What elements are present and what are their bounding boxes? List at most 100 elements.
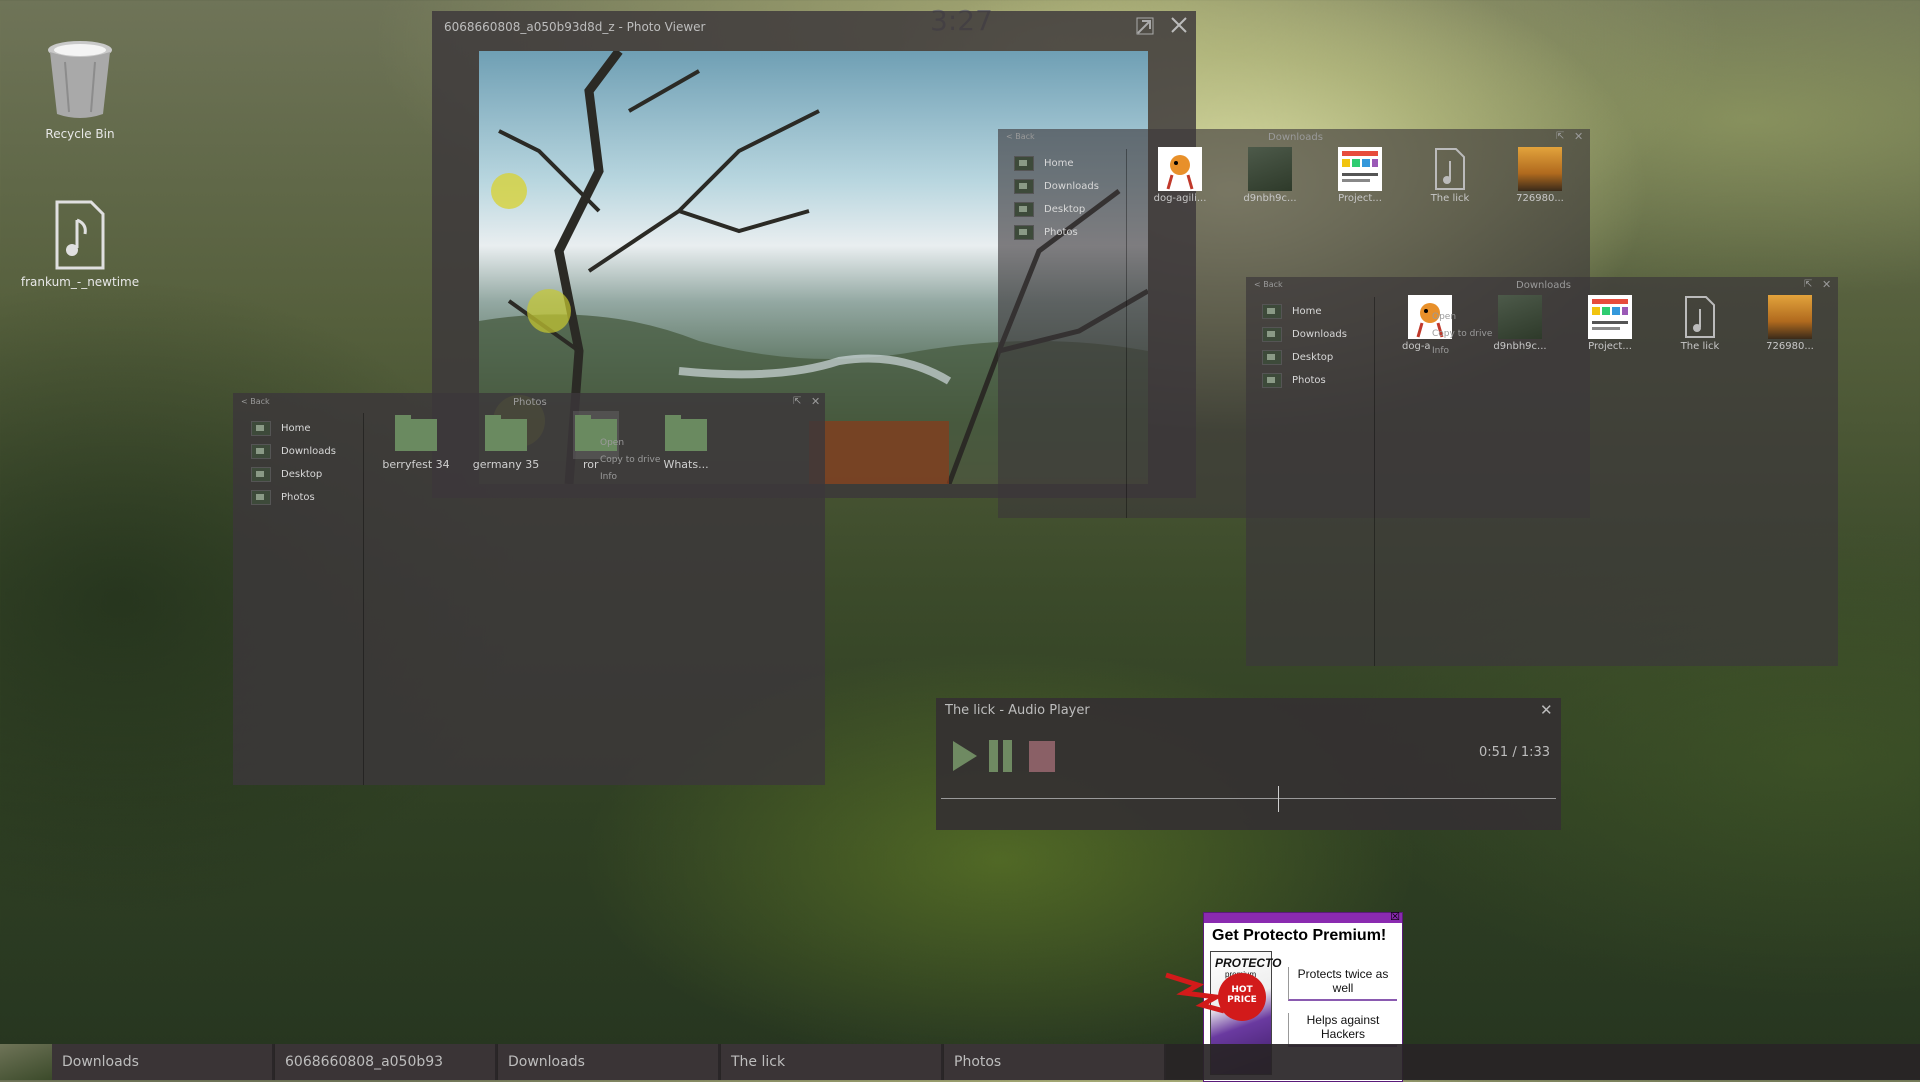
home-icon <box>1014 156 1034 171</box>
taskbar-item-audio-player[interactable]: The lick <box>721 1044 943 1080</box>
desktop-icon <box>251 467 271 482</box>
sidebar-item-label: Home <box>1292 306 1322 317</box>
taskbar: Downloads 6068660808_a050b93 Downloads T… <box>0 1044 1920 1080</box>
file-label: 726980... <box>1766 341 1814 352</box>
maximize-icon[interactable]: ⇱ <box>1804 279 1812 290</box>
taskbar-item-downloads[interactable]: Downloads <box>498 1044 720 1080</box>
sidebar-item-home[interactable]: Home <box>251 417 336 440</box>
sidebar-divider <box>1126 149 1127 518</box>
hot-price-label: HOT PRICE <box>1227 985 1257 1005</box>
close-icon[interactable]: ✕ <box>1540 701 1553 719</box>
music-file-icon <box>1428 147 1472 191</box>
taskbar-item-downloads[interactable]: Downloads <box>52 1044 274 1080</box>
stop-icon[interactable] <box>1029 741 1055 772</box>
close-icon[interactable] <box>1170 16 1188 34</box>
sidebar-item-label: Desktop <box>1044 204 1086 215</box>
back-button[interactable]: < Back <box>1006 132 1035 141</box>
music-file-icon <box>1678 295 1722 339</box>
ad-feature-1: Protects twice as well <box>1288 967 1397 1001</box>
sidebar-item-downloads[interactable]: Downloads <box>1262 323 1347 346</box>
sidebar-divider <box>363 413 364 785</box>
context-menu: Open Copy to drive Info <box>1432 309 1492 360</box>
photos-window[interactable]: < Back Photos ⇱ ✕ Home Downloads Desktop… <box>233 393 825 785</box>
context-open[interactable]: Open <box>600 435 660 452</box>
audio-player-window[interactable]: The lick - Audio Player ✕ 0:51 / 1:33 <box>936 698 1561 830</box>
start-button[interactable] <box>0 1044 52 1080</box>
play-icon[interactable] <box>951 739 979 777</box>
sidebar-item-label: Downloads <box>1292 329 1347 340</box>
sidebar-item-downloads[interactable]: Downloads <box>1014 175 1099 198</box>
back-button[interactable]: < Back <box>1254 280 1283 289</box>
folder-icon <box>485 415 527 451</box>
file-label: 726980... <box>1516 193 1564 204</box>
file-label: d9nbh9c... <box>1243 193 1297 204</box>
close-icon[interactable]: ✕ <box>1822 278 1831 291</box>
downloads-window[interactable]: < Back Downloads ⇱ ✕ Home Downloads Desk… <box>1246 277 1838 666</box>
context-open[interactable]: Open <box>1432 309 1492 326</box>
desktop-icon-recycle-bin[interactable]: Recycle Bin <box>20 40 140 141</box>
sidebar-item-downloads[interactable]: Downloads <box>251 440 336 463</box>
close-icon[interactable]: ✕ <box>811 395 820 408</box>
taskbar-item-photos[interactable]: Photos <box>944 1044 1166 1080</box>
folder-icon <box>665 415 707 451</box>
file-label: Project... <box>1338 193 1382 204</box>
ad-titlebar: ☒ <box>1204 910 1402 924</box>
sidebar-divider <box>1374 297 1375 666</box>
pause-icon[interactable] <box>989 739 1013 777</box>
maximize-icon[interactable]: ⇱ <box>1556 131 1564 142</box>
sidebar-nav: Home Downloads Desktop Photos <box>1262 300 1347 392</box>
window-title: Downloads <box>1268 132 1323 143</box>
home-icon <box>251 421 271 436</box>
hot-price-badge: HOT PRICE <box>1164 967 1274 1021</box>
downloads-icon <box>251 444 271 459</box>
desktop-icon-label: frankum_-_newtime <box>20 275 140 289</box>
sidebar-item-home[interactable]: Home <box>1262 300 1347 323</box>
file-label: dog-agili... <box>1153 193 1207 204</box>
progress-handle[interactable] <box>1278 786 1280 812</box>
sidebar-item-photos[interactable]: Photos <box>251 486 336 509</box>
sidebar-item-label: Desktop <box>281 469 323 480</box>
sidebar-item-photos[interactable]: Photos <box>1262 369 1347 392</box>
sidebar-item-label: Photos <box>1292 375 1326 386</box>
window-title: 6068660808_a050b93d8d_z - Photo Viewer <box>444 20 706 34</box>
time-readout: 0:51 / 1:33 <box>1479 745 1551 760</box>
home-icon <box>1262 304 1282 319</box>
sidebar-nav: Home Downloads Desktop Photos <box>1014 152 1099 244</box>
sidebar-item-desktop[interactable]: Desktop <box>251 463 336 486</box>
context-info[interactable]: Info <box>600 469 660 486</box>
maximize-icon[interactable]: ⇱ <box>793 396 801 407</box>
dog-image-thumbnail <box>1158 147 1202 191</box>
sidebar-item-label: Home <box>281 423 311 434</box>
window-title: Photos <box>513 397 547 408</box>
desktop-icon-label: Recycle Bin <box>45 127 115 141</box>
desktop-icon-music-file[interactable]: frankum_-_newtime <box>20 200 140 289</box>
sidebar-item-desktop[interactable]: Desktop <box>1014 198 1099 221</box>
ad-headline: Get Protecto Premium! <box>1212 927 1387 944</box>
project-image-thumbnail <box>1588 295 1632 339</box>
folder-label: germany 35 <box>472 458 540 471</box>
context-copy-to-drive[interactable]: Copy to drive <box>600 452 660 469</box>
file-label: The lick <box>1430 193 1470 204</box>
file-label: dog-a <box>1402 341 1431 352</box>
progress-track[interactable] <box>941 786 1556 812</box>
maximize-icon[interactable] <box>1136 17 1154 35</box>
context-copy-to-drive[interactable]: Copy to drive <box>1432 326 1492 343</box>
music-file-icon <box>55 200 105 270</box>
photo-thumbnail <box>1518 147 1562 191</box>
sidebar-item-photos[interactable]: Photos <box>1014 221 1099 244</box>
folder-label: berryfest 34 <box>382 458 450 471</box>
context-menu: Open Copy to drive Info <box>600 435 660 486</box>
context-info[interactable]: Info <box>1432 343 1492 360</box>
close-icon[interactable]: ✕ <box>1574 130 1583 143</box>
photo-thumbnail <box>1248 147 1292 191</box>
sidebar-item-label: Downloads <box>1044 181 1099 192</box>
photos-icon <box>1014 225 1034 240</box>
close-icon[interactable]: ☒ <box>1390 910 1400 924</box>
project-image-thumbnail <box>1338 147 1382 191</box>
sidebar-item-home[interactable]: Home <box>1014 152 1099 175</box>
back-button[interactable]: < Back <box>241 397 270 406</box>
taskbar-item-photo-viewer[interactable]: 6068660808_a050b93 <box>275 1044 497 1080</box>
sidebar-item-desktop[interactable]: Desktop <box>1262 346 1347 369</box>
folder-icon <box>395 415 437 451</box>
photo-thumbnail <box>1768 295 1812 339</box>
